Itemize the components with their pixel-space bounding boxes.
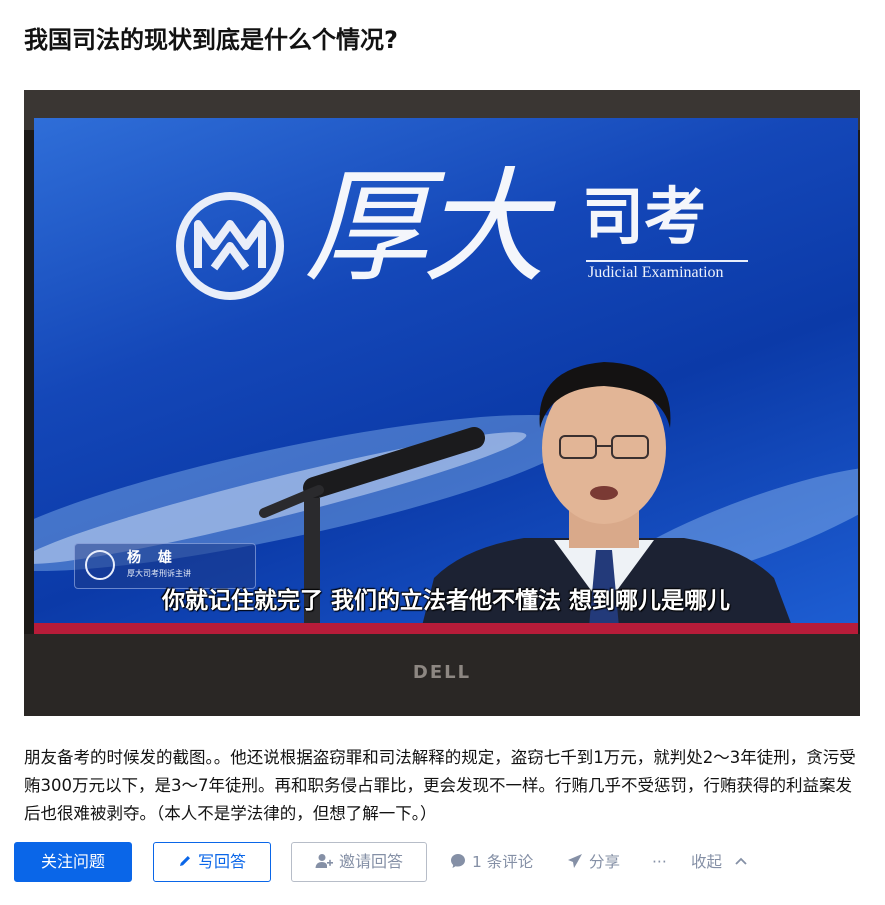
collapse-button[interactable]: 收起 bbox=[691, 842, 747, 882]
nameplate-name: 杨 雄 bbox=[127, 550, 178, 566]
nameplate-role: 厚大司考刑诉主讲 bbox=[127, 569, 191, 578]
more-options-button[interactable]: ··· bbox=[652, 842, 667, 882]
invite-answer-label: 邀请回答 bbox=[338, 852, 403, 871]
follow-question-label: 关注问题 bbox=[40, 852, 105, 871]
houda-logo-icon bbox=[176, 192, 284, 300]
laptop-screen: 厚大 司考 Judicial Examination 杨 雄 厚大司考刑诉主讲 … bbox=[34, 118, 858, 638]
collapse-label: 收起 bbox=[691, 853, 723, 871]
comments-button[interactable]: 1 条评论 bbox=[450, 842, 533, 882]
follow-question-button[interactable]: 关注问题 bbox=[14, 842, 132, 882]
brand-sub-text: 司考 bbox=[582, 180, 707, 253]
more-options-label: ··· bbox=[652, 853, 667, 871]
question-actions: 关注问题 写回答 邀请回答 1 条评论 分享 ··· 收起 bbox=[14, 842, 874, 884]
invite-answer-button[interactable]: 邀请回答 bbox=[291, 842, 427, 882]
question-title: 我国司法的现状到底是什么个情况? bbox=[24, 26, 398, 54]
add-user-icon bbox=[315, 853, 333, 868]
question-description: 朋友备考的时候发的截图。。他还说根据盗窃罪和司法解释的规定，盗窃七千到1万元，就… bbox=[24, 748, 856, 823]
video-subtitle: 你就记住就完了 我们的立法者他不懂法 想到哪儿是哪儿 bbox=[161, 588, 730, 614]
comment-bubble-icon bbox=[451, 853, 465, 868]
brand-mark-text: 厚大 bbox=[304, 156, 546, 300]
write-answer-label: 写回答 bbox=[197, 852, 246, 871]
chevron-up-icon bbox=[735, 857, 747, 865]
laptop-brand-logo: DELL bbox=[412, 662, 472, 683]
pencil-icon bbox=[179, 855, 190, 866]
share-button[interactable]: 分享 bbox=[567, 842, 620, 882]
paper-plane-icon bbox=[568, 853, 582, 868]
brand-divider bbox=[586, 260, 748, 262]
comments-label: 1 条评论 bbox=[472, 853, 534, 871]
question-image[interactable]: 厚大 司考 Judicial Examination 杨 雄 厚大司考刑诉主讲 … bbox=[24, 90, 860, 716]
nameplate-logo-icon bbox=[85, 550, 115, 580]
share-label: 分享 bbox=[589, 853, 621, 871]
write-answer-button[interactable]: 写回答 bbox=[153, 842, 271, 882]
